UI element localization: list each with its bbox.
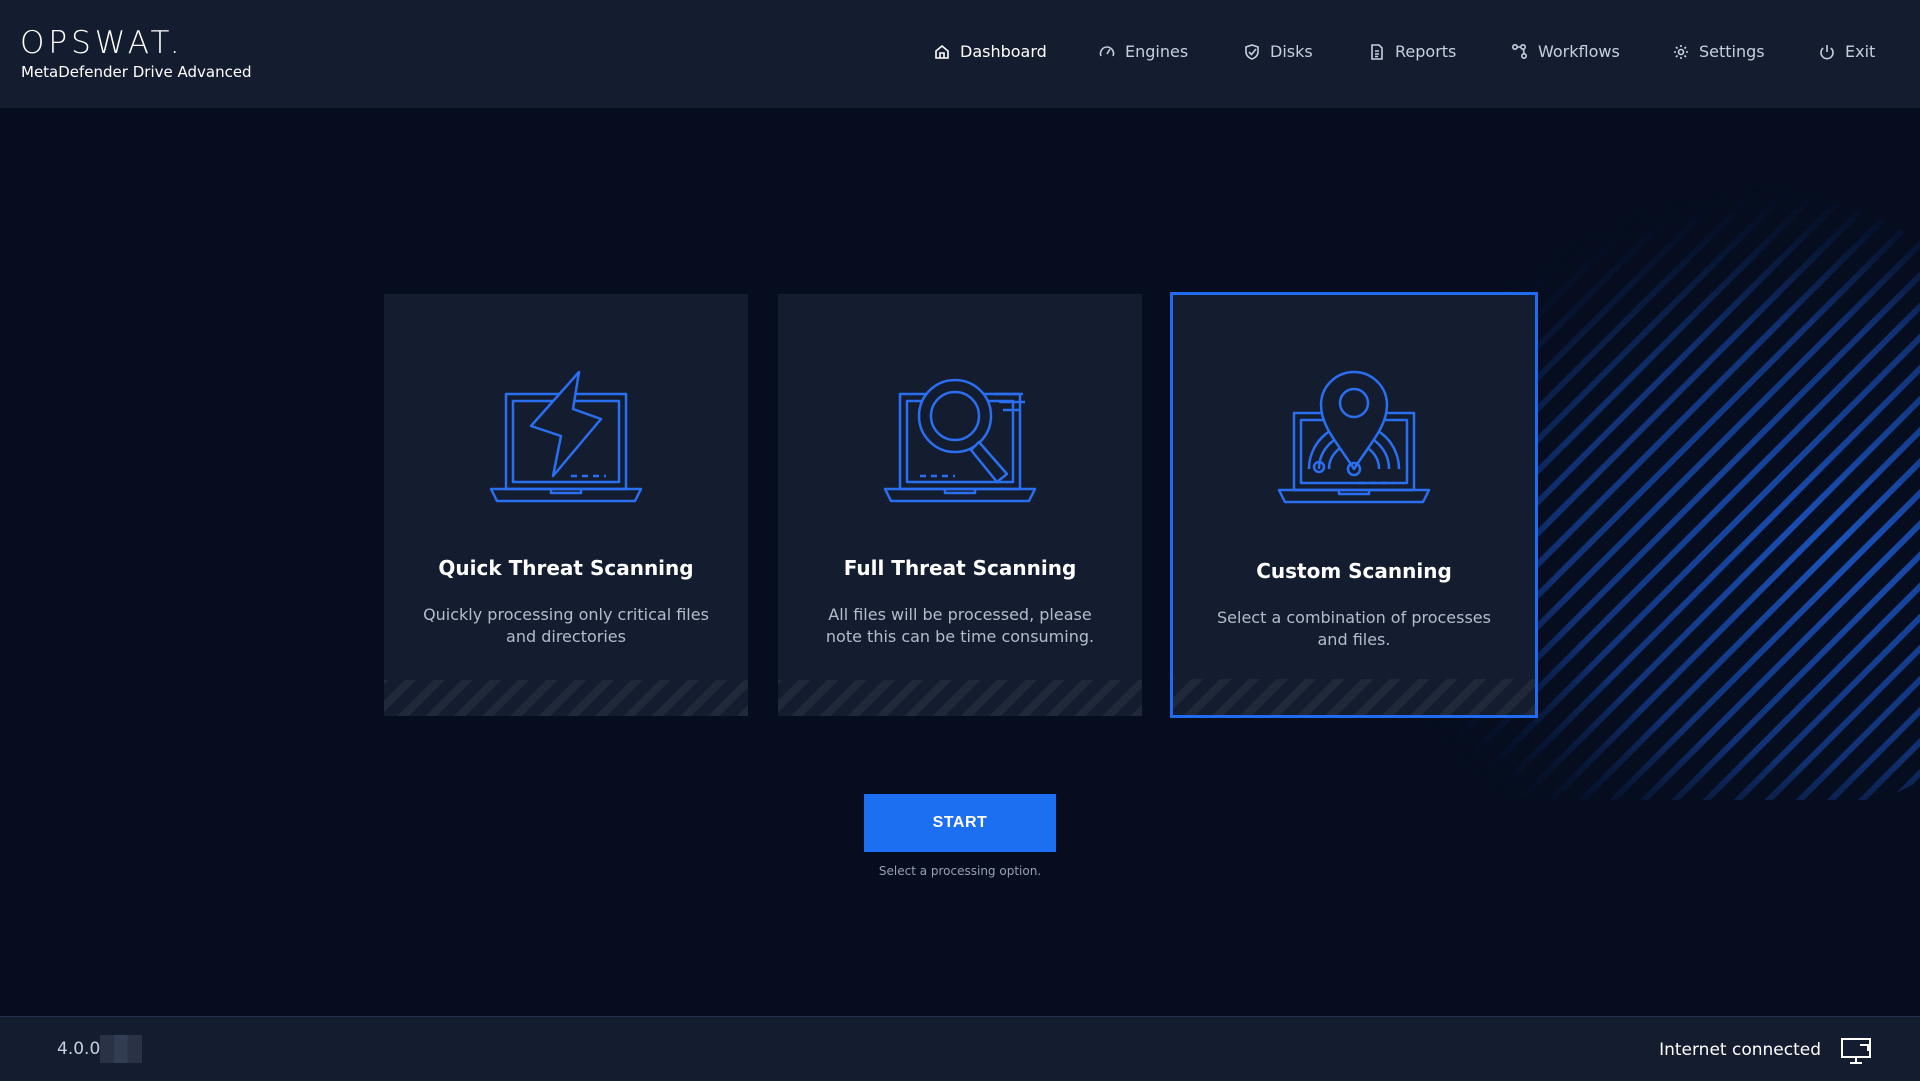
full-threat-scanning-card[interactable]: Full Threat Scanning All files will be p… bbox=[778, 294, 1142, 716]
laptop-magnifier-icon bbox=[883, 378, 1037, 503]
shield-check-icon bbox=[1245, 43, 1259, 60]
nav-workflows-label: Workflows bbox=[1538, 42, 1620, 61]
card-hatch-decoration bbox=[778, 680, 1142, 716]
nav-reports[interactable]: Reports bbox=[1368, 42, 1456, 61]
laptop-location-pin-icon bbox=[1277, 370, 1431, 504]
card-description: Quickly processing only critical files a… bbox=[423, 605, 709, 646]
nav-reports-label: Reports bbox=[1395, 42, 1457, 61]
nav-exit-label: Exit bbox=[1845, 42, 1876, 61]
opswat-logo: OPSWAT. bbox=[20, 25, 184, 61]
card-icon-wrap bbox=[1173, 365, 1535, 515]
nav-engines-label: Engines bbox=[1125, 42, 1189, 61]
nav-settings[interactable]: Settings bbox=[1672, 42, 1765, 61]
card-title: Custom Scanning bbox=[1256, 559, 1452, 583]
card-title: Full Threat Scanning bbox=[843, 556, 1077, 580]
quick-threat-scanning-card[interactable]: Quick Threat Scanning Quickly processing… bbox=[384, 294, 748, 716]
top-header: OPSWAT. MetaDefender Drive Advanced Dash… bbox=[0, 0, 1920, 108]
home-icon bbox=[935, 44, 949, 59]
product-name: MetaDefender Drive Advanced bbox=[21, 63, 252, 81]
document-icon bbox=[1371, 43, 1383, 60]
laptop-lightning-icon bbox=[489, 370, 643, 503]
nav-workflows[interactable]: Workflows bbox=[1511, 42, 1620, 61]
gauge-icon bbox=[1099, 45, 1115, 56]
card-title: Quick Threat Scanning bbox=[438, 556, 694, 580]
workflow-icon bbox=[1511, 43, 1528, 59]
nav-settings-label: Settings bbox=[1699, 42, 1765, 61]
card-icon-wrap bbox=[778, 364, 1142, 514]
nav-engines[interactable]: Engines bbox=[1098, 42, 1188, 61]
nav-exit[interactable]: Exit bbox=[1818, 42, 1875, 61]
card-icon-wrap bbox=[384, 364, 748, 514]
connection-status: Internet connected bbox=[1659, 1040, 1821, 1060]
nav-disks[interactable]: Disks bbox=[1243, 42, 1313, 61]
power-icon bbox=[1820, 44, 1834, 59]
nav-dashboard-label: Dashboard bbox=[960, 42, 1047, 61]
gear-icon bbox=[1674, 44, 1688, 59]
card-description: Select a combination of processes and fi… bbox=[1217, 608, 1491, 649]
card-hatch-decoration bbox=[1173, 679, 1535, 715]
footer-bar: 4.0.0 Internet connected bbox=[0, 1016, 1920, 1081]
nav-dashboard[interactable]: Dashboard bbox=[933, 42, 1047, 61]
nav-disks-label: Disks bbox=[1270, 42, 1313, 61]
start-button[interactable]: START bbox=[864, 794, 1056, 852]
monitor-icon bbox=[1841, 1038, 1871, 1064]
start-hint: Select a processing option. bbox=[878, 864, 1042, 878]
card-hatch-decoration bbox=[384, 680, 748, 716]
redacted-build-number bbox=[100, 1035, 142, 1063]
card-description: All files will be processed, please note… bbox=[825, 605, 1095, 646]
version-label: 4.0.0 bbox=[57, 1039, 101, 1059]
custom-scanning-card[interactable]: Custom Scanning Select a combination of … bbox=[1170, 292, 1538, 718]
